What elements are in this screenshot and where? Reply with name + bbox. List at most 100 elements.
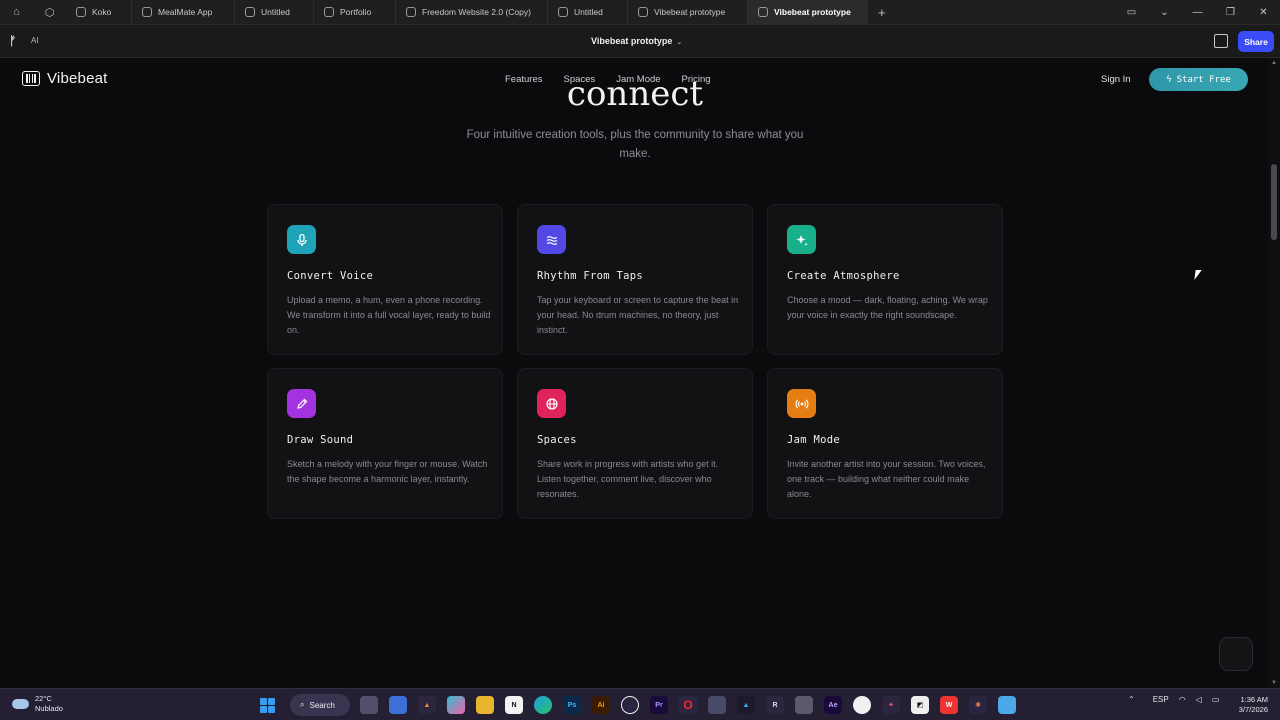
notepad-icon[interactable]: [998, 696, 1016, 714]
tab-mealmate-app[interactable]: MealMate App: [132, 0, 235, 25]
new-tab-icon[interactable]: +: [868, 5, 896, 20]
calculator-icon[interactable]: [795, 696, 813, 714]
feature-card-jam-mode[interactable]: Jam Mode Invite another artist into your…: [767, 368, 1003, 519]
taskbar-clock[interactable]: 1:36 AM 3/7/2026: [1232, 695, 1268, 715]
card-title: Convert Voice: [287, 270, 374, 282]
tab-freedom-website[interactable]: Freedom Website 2.0 (Copy): [396, 0, 548, 25]
feature-card-create-atmosphere[interactable]: Create Atmosphere Choose a mood — dark, …: [767, 204, 1003, 355]
framer-app-icon[interactable]: ▲: [737, 696, 755, 714]
sign-in-link[interactable]: Sign In: [1101, 74, 1131, 85]
card-title: Create Atmosphere: [787, 270, 900, 282]
start-free-button[interactable]: ϟ Start Free: [1149, 68, 1248, 91]
qr-preview-icon[interactable]: [1214, 34, 1228, 48]
floating-action-button[interactable]: [1219, 637, 1253, 671]
illustrator-icon[interactable]: Ai: [592, 696, 610, 714]
brand-name: Vibebeat: [47, 70, 108, 87]
maximize-icon[interactable]: ❐: [1214, 7, 1247, 18]
file-icon: [638, 7, 648, 17]
battery-icon[interactable]: ▭: [1212, 695, 1220, 704]
file-icon: [324, 7, 334, 17]
tab-vibebeat-prototype-active[interactable]: Vibebeat prototype✕: [748, 0, 868, 25]
slack-icon[interactable]: [853, 696, 871, 714]
tab-koko[interactable]: Koko: [66, 0, 132, 25]
globe-icon: [537, 389, 566, 418]
taskbar-search[interactable]: ⌕ Search: [290, 694, 350, 716]
scrollbar-thumb[interactable]: [1271, 164, 1277, 240]
windows-taskbar: 22°C Nublado ⌕ Search ▲ N Ps Ai Pr O ▲ R…: [0, 688, 1280, 720]
brand-logo[interactable]: Vibebeat: [22, 70, 108, 87]
chevron-up-icon[interactable]: ⌃: [1128, 695, 1135, 704]
card-description: Share work in progress with artists who …: [537, 459, 719, 499]
scroll-down-icon[interactable]: ▼: [1271, 680, 1277, 686]
share-button[interactable]: Share: [1238, 31, 1274, 52]
waves-icon: [537, 225, 566, 254]
language-indicator[interactable]: ESP: [1153, 695, 1169, 704]
feature-card-convert-voice[interactable]: Convert Voice Upload a memo, a hum, even…: [267, 204, 503, 355]
task-view-icon[interactable]: [360, 696, 378, 714]
weather-widget[interactable]: 22°C Nublado: [12, 694, 63, 714]
chevron-down-icon: ⌄: [676, 39, 683, 46]
file-icon: [558, 7, 568, 17]
chatgpt-icon[interactable]: [621, 696, 639, 714]
file-explorer-icon[interactable]: [476, 696, 494, 714]
card-description: Upload a memo, a hum, even a phone recor…: [287, 295, 491, 335]
tab-untitled-2[interactable]: Untitled: [548, 0, 628, 25]
cloud-icon: [12, 699, 29, 709]
capcut-icon[interactable]: ◩: [911, 696, 929, 714]
tab-portfolio[interactable]: Portfolio: [314, 0, 396, 25]
snipping-tool-icon[interactable]: [708, 696, 726, 714]
r-app-icon[interactable]: R: [766, 696, 784, 714]
card-description: Choose a mood — dark, floating, aching. …: [787, 295, 988, 320]
framer-logo-icon[interactable]: ᚠ: [9, 34, 16, 48]
system-tray: ⌃ ESP ◠ ◁ ▭: [1128, 695, 1219, 704]
equalizer-logo-icon: [22, 71, 40, 86]
project-title[interactable]: Vibebeat prototype ⌄: [591, 36, 682, 46]
card-description: Sketch a melody with your finger or mous…: [287, 459, 488, 484]
after-effects-icon[interactable]: Ae: [824, 696, 842, 714]
feature-card-draw-sound[interactable]: Draw Sound Sketch a melody with your fin…: [267, 368, 503, 519]
browser-tab-strip: ⌂ ⬡ Koko MealMate App Untitled Portfolio…: [0, 0, 1280, 25]
scroll-up-icon[interactable]: ▲: [1271, 60, 1277, 66]
opera-icon[interactable]: O: [679, 696, 697, 714]
notion-icon[interactable]: N: [505, 696, 523, 714]
broadcast-icon: [787, 389, 816, 418]
wps-icon[interactable]: W: [940, 696, 958, 714]
ai-button[interactable]: AI: [31, 36, 39, 45]
figma-icon[interactable]: ✦: [882, 696, 900, 714]
windows-start-icon[interactable]: [260, 698, 275, 713]
taskbar-apps: ▲ N Ps Ai Pr O ▲ R Ae ✦ ◩ W ✺: [360, 696, 1016, 714]
card-title: Spaces: [537, 434, 577, 446]
feature-card-spaces[interactable]: Spaces Share work in progress with artis…: [517, 368, 753, 519]
home-icon[interactable]: ⌂: [0, 0, 33, 25]
store-icon[interactable]: [389, 696, 407, 714]
copilot-icon[interactable]: [447, 696, 465, 714]
mouse-cursor-icon: [1194, 270, 1202, 280]
volume-icon[interactable]: ◁: [1196, 695, 1202, 704]
site-preview: Vibebeat Features Spaces Jam Mode Pricin…: [0, 58, 1280, 688]
clock-time: 1:36 AM: [1240, 695, 1268, 704]
edge-icon[interactable]: [534, 696, 552, 714]
tab-overview-icon[interactable]: ▭: [1115, 7, 1148, 18]
sparkles-icon: [787, 225, 816, 254]
minimize-icon[interactable]: —: [1181, 7, 1214, 18]
app-launcher-icon[interactable]: ▲: [418, 696, 436, 714]
microphone-icon: [287, 225, 316, 254]
framer-menu-icon[interactable]: ⬡: [33, 0, 66, 25]
tab-untitled[interactable]: Untitled: [235, 0, 314, 25]
window-controls: ▭ ⌄ — ❐ ✕: [1115, 0, 1280, 25]
tab-vibebeat-prototype[interactable]: Vibebeat prototype: [628, 0, 748, 25]
page-scrollbar[interactable]: ▲ ▼: [1268, 58, 1280, 688]
weather-condition: Nublado: [35, 704, 63, 713]
card-title: Jam Mode: [787, 434, 840, 446]
weather-temp: 22°C: [35, 694, 52, 703]
close-window-icon[interactable]: ✕: [1247, 7, 1280, 18]
wifi-icon[interactable]: ◠: [1179, 695, 1186, 704]
pencil-icon: [287, 389, 316, 418]
clock-date: 3/7/2026: [1238, 705, 1268, 714]
premiere-icon[interactable]: Pr: [650, 696, 668, 714]
editor-toolbar: ᚠ AI Vibebeat prototype ⌄ Share: [0, 25, 1280, 58]
claude-icon[interactable]: ✺: [969, 696, 987, 714]
feature-card-rhythm-from-taps[interactable]: Rhythm From Taps Tap your keyboard or sc…: [517, 204, 753, 355]
photoshop-icon[interactable]: Ps: [563, 696, 581, 714]
chevron-down-icon[interactable]: ⌄: [1148, 7, 1181, 18]
